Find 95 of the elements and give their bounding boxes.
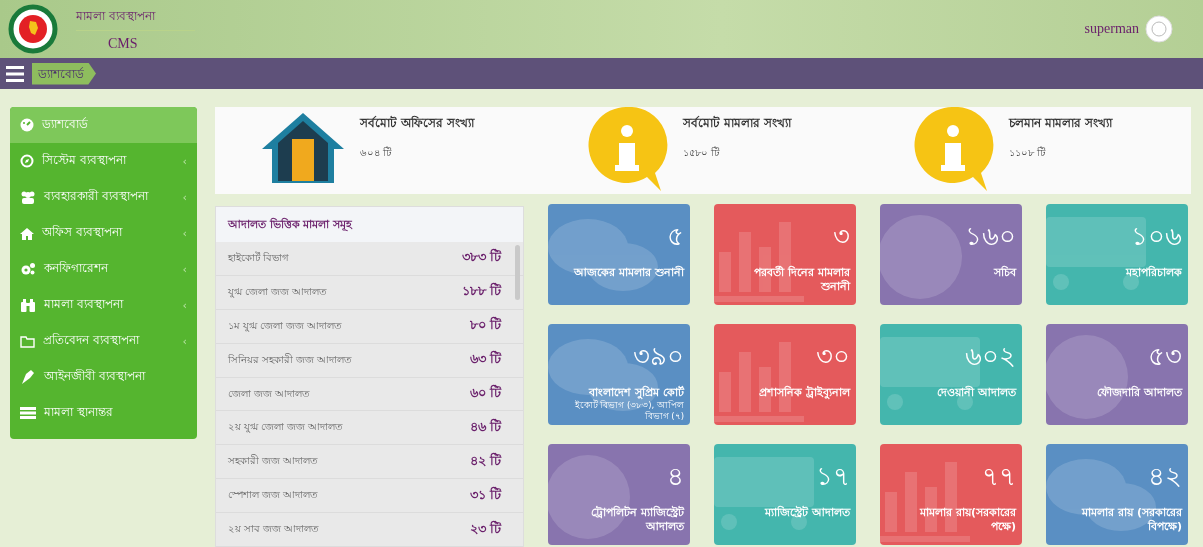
- sidebar-item[interactable]: অফিস ব্যবস্থাপনা ‹: [10, 215, 197, 251]
- summary-value: ১৫৮০ টি: [683, 146, 721, 160]
- stat-value: ৪: [667, 460, 684, 493]
- sidebar-item[interactable]: ড্যাশবোর্ড: [10, 107, 197, 143]
- scrollbar-thumb[interactable]: [515, 245, 520, 300]
- stat-value: ৫৩: [1148, 340, 1182, 373]
- case-count: ৮০ টি: [469, 316, 501, 335]
- stat-label: প্রশাসনিক ট্রাইব্যুনাল: [759, 386, 850, 400]
- summary-title: চলমান মামলার সংখ্যা: [1008, 115, 1112, 132]
- chevron-icon: ‹: [182, 334, 187, 348]
- stat-tile[interactable]: ৫ আজকের মামলার শুনানী: [548, 204, 690, 305]
- stat-value: ১০৬: [1131, 220, 1182, 253]
- compass-icon: [20, 154, 34, 168]
- court-name: জেলা জজ আদালত: [228, 386, 311, 401]
- case-count: ৪২ টি: [469, 451, 501, 470]
- stat-label: মামলার রায়(সরকারের পক্ষে): [918, 506, 1016, 534]
- stat-label: পরবর্তী দিনের মামলার শুনানী: [753, 266, 850, 294]
- chevron-icon: ‹: [182, 154, 187, 168]
- stat-value: ৭৭: [982, 460, 1016, 493]
- sidebar-item[interactable]: আইনজীবী ব্যবস্থাপনা: [10, 359, 197, 395]
- summary-value: ১১০৮ টি: [1008, 146, 1047, 160]
- gauge-icon: [20, 118, 34, 132]
- stat-value: ৩০: [816, 340, 850, 373]
- stat-label: বাংলাদেশ সুপ্রিম কোর্ট: [589, 386, 684, 399]
- summary-title: সর্বমোট মামলার সংখ্যা: [683, 115, 792, 132]
- stat-label: আজকের মামলার শুনানী: [574, 266, 684, 280]
- binoculars-icon: [20, 298, 36, 312]
- folder-icon: [20, 334, 35, 348]
- avatar-icon[interactable]: [1145, 15, 1173, 43]
- case-count: ৬০ টি: [469, 384, 501, 402]
- users-icon: [20, 190, 36, 204]
- stat-value: ৩: [833, 220, 850, 253]
- stat-tile[interactable]: ১৭ ম্যাজিস্ট্রেট আদালত: [714, 444, 856, 545]
- stat-value: ১৬০: [965, 220, 1016, 253]
- summary-value: ৬০৪ টি: [360, 146, 393, 160]
- chevron-icon: ‹: [182, 262, 187, 276]
- home-icon: [20, 226, 34, 240]
- stat-value: ৩৯০: [633, 340, 684, 373]
- case-count: ৪৬ টি: [469, 417, 501, 436]
- pen-icon: [20, 369, 36, 385]
- case-count: ৩৮৩ টি: [461, 248, 501, 267]
- sidebar-item[interactable]: ব্যবহারকারী ব্যবস্থাপনা ‹: [10, 179, 197, 215]
- app-name: মামলা ব্যবস্থাপনা: [76, 6, 195, 31]
- menu-icon[interactable]: [6, 65, 24, 82]
- court-name: স্পেশাল জজ আদালত: [228, 488, 319, 503]
- list-icon: [20, 407, 36, 419]
- emblem-logo: [8, 4, 58, 54]
- stat-value: ৫: [667, 220, 684, 253]
- stat-label: ফৌজদারি আদালত: [1097, 386, 1182, 400]
- stat-tile[interactable]: ৩ পরবর্তী দিনের মামলার শুনানী: [714, 204, 856, 305]
- stat-tile[interactable]: ৪ ট্রোপলিটন ম্যাজিস্ট্রেট আদালত: [548, 444, 690, 545]
- gears-icon: [20, 262, 36, 276]
- court-name: ১ম যুগ্ম জেলা জজ আদালত: [228, 318, 343, 334]
- stat-tile[interactable]: ৪২ মামলার রায় (সরকারের বিপক্ষে): [1046, 444, 1188, 545]
- case-count: ১৮৮ টি: [461, 282, 501, 301]
- sidebar-item[interactable]: সিস্টেম ব্যবস্থাপনা ‹: [10, 143, 197, 179]
- summary-title: সর্বমোট অফিসের সংখ্যা: [360, 115, 474, 132]
- case-count: ২৩ টি: [469, 519, 501, 538]
- panel-title: আদালত ভিত্তিক মামলা সমূহ: [216, 207, 523, 242]
- stat-value: ৪২: [1148, 460, 1182, 493]
- case-count: ৬৩ টি: [469, 350, 501, 369]
- stat-tile[interactable]: ৩০ প্রশাসনিক ট্রাইব্যুনাল: [714, 324, 856, 425]
- chevron-icon: ‹: [182, 190, 187, 204]
- stat-label: ট্রোপলিটন ম্যাজিস্ট্রেট আদালত: [590, 506, 684, 534]
- stat-label: ম্যাজিস্ট্রেট আদালত: [765, 506, 850, 520]
- sidebar-item[interactable]: কনফিগারেশন ‹: [10, 251, 197, 287]
- sidebar-item[interactable]: মামলা ব্যবস্থাপনা ‹: [10, 287, 197, 323]
- stat-tile[interactable]: ৫৩ ফৌজদারি আদালত: [1046, 324, 1188, 425]
- court-name: সহকারী জজ আদালত: [228, 454, 319, 469]
- chevron-icon: ‹: [182, 226, 187, 240]
- case-count: ৩১ টি: [469, 485, 501, 504]
- court-name: ২য় যুগ্ম জেলা জজ আদালত: [228, 420, 344, 435]
- stat-value: ৬০২: [965, 340, 1016, 373]
- stat-value: ১৭: [816, 460, 850, 493]
- stat-label: দেওয়ানী আদালত: [937, 386, 1016, 400]
- court-name: হাইকোর্ট বিভাগ: [228, 250, 290, 265]
- sidebar-item[interactable]: প্রতিবেদন ব্যবস্থাপনা ‹: [10, 323, 197, 359]
- court-name: সিনিয়র সহকারী জজ আদালত: [228, 352, 353, 367]
- stat-label: মামলার রায় (সরকারের বিপক্ষে): [1080, 506, 1182, 534]
- stat-tile[interactable]: ৩৯০ বাংলাদেশ সুপ্রিম কোর্ট ইকোর্ট বিভাগ (৩৮৩), আপিল বিভাগ (৭): [548, 324, 690, 425]
- court-name: ২য় সাব জজ আদালত: [228, 522, 320, 537]
- app-short-name: CMS: [108, 35, 139, 52]
- stat-label: মহাপরিচালক: [1126, 266, 1182, 280]
- court-name: যুগ্ম জেলা জজ আদালত: [228, 284, 328, 300]
- house-icon: [260, 111, 346, 185]
- stat-tile[interactable]: ১০৬ মহাপরিচালক: [1046, 204, 1188, 305]
- sidebar-item[interactable]: মামলা স্থানান্তর: [10, 395, 197, 431]
- stat-label: সচিব: [994, 266, 1016, 280]
- stat-tile[interactable]: ৭৭ মামলার রায়(সরকারের পক্ষে): [880, 444, 1022, 545]
- username[interactable]: superman: [1084, 21, 1139, 37]
- stat-tile[interactable]: ৬০২ দেওয়ানী আদালত: [880, 324, 1022, 425]
- breadcrumb-item[interactable]: ড্যাশবোর্ড: [32, 62, 96, 85]
- stat-sublabel: ইকোর্ট বিভাগ (৩৮৩), আপিল বিভাগ (৭): [573, 399, 684, 422]
- stat-tile[interactable]: ১৬০ সচিব: [880, 204, 1022, 305]
- chevron-icon: ‹: [182, 298, 187, 312]
